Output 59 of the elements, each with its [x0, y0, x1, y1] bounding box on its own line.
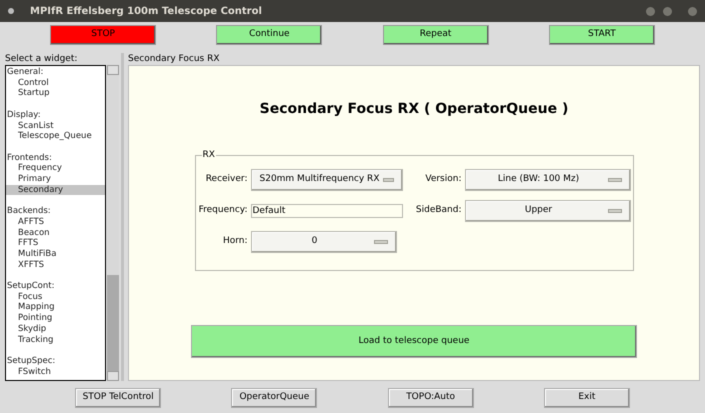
- field-label: SideBand:: [414, 204, 462, 218]
- list-item[interactable]: Frequency: [6, 163, 105, 174]
- list-item[interactable]: AFFTS: [6, 216, 105, 228]
- list-item[interactable]: Mapping: [6, 302, 105, 314]
- list-item[interactable]: MultiFiBa: [6, 248, 105, 260]
- list-item[interactable]: Skydip: [6, 324, 105, 335]
- sidebar-label: Select a widget:: [5, 53, 78, 65]
- list-item[interactable]: ScanList: [6, 120, 105, 132]
- group-heading: SetupCont:: [6, 281, 56, 292]
- dropdown-indicator-icon: [608, 178, 622, 182]
- list-item[interactable]: XFFTS: [6, 260, 105, 270]
- stop-button[interactable]: STOP: [50, 25, 156, 45]
- minimize-icon[interactable]: [646, 6, 655, 16]
- list-item[interactable]: Startup: [6, 88, 105, 100]
- field-label: Horn:: [222, 235, 248, 248]
- group-heading: Frontends:: [6, 152, 53, 164]
- field-label: Version:: [424, 173, 462, 186]
- load-queue-button[interactable]: Load to telescope queue: [191, 325, 637, 358]
- bottom-button[interactable]: OperatorQueue: [231, 388, 318, 408]
- list-item[interactable]: Telescope_Queue: [6, 131, 105, 142]
- scroll-up-icon[interactable]: [107, 65, 119, 75]
- list-item[interactable]: Control: [6, 78, 105, 88]
- window-title: MPIfR Effelsberg 100m Telescope Control: [30, 4, 262, 18]
- bottom-button[interactable]: STOP TelControl: [75, 388, 162, 408]
- option-menu[interactable]: Line (BW: 100 Mz): [464, 169, 630, 191]
- app-icon: [8, 8, 14, 14]
- list-item[interactable]: Pointing: [6, 313, 105, 324]
- action-button[interactable]: START: [548, 25, 655, 45]
- list-item[interactable]: Focus: [6, 292, 105, 302]
- bottom-button[interactable]: TOPO:Auto: [388, 388, 474, 408]
- list-item[interactable]: FSwitch: [6, 366, 105, 378]
- action-button[interactable]: Repeat: [382, 25, 489, 45]
- list-item[interactable]: Beacon: [6, 228, 105, 238]
- scrollbar-thumb[interactable]: [107, 275, 119, 371]
- group-heading: General:: [6, 67, 44, 78]
- field-label: Frequency:: [198, 204, 248, 218]
- group-heading: Backends:: [6, 206, 52, 217]
- maximize-icon[interactable]: [663, 6, 672, 16]
- option-menu[interactable]: Upper: [464, 200, 630, 222]
- group-heading: Display:: [6, 110, 42, 120]
- dropdown-indicator-icon: [383, 178, 394, 182]
- group-heading: SetupSpec:: [6, 356, 56, 367]
- close-icon[interactable]: [688, 6, 697, 16]
- list-item[interactable]: Secondary: [6, 184, 105, 196]
- bottom-button[interactable]: Exit: [544, 388, 630, 408]
- dropdown-indicator-icon: [608, 209, 622, 213]
- field-label: Receiver:: [204, 173, 248, 186]
- dropdown-indicator-icon: [374, 240, 388, 244]
- list-item[interactable]: FFTS: [6, 238, 105, 249]
- option-menu[interactable]: 0: [250, 231, 396, 253]
- list-item[interactable]: Tracking: [6, 334, 105, 346]
- panel-heading: Secondary Focus RX ( OperatorQueue ): [260, 100, 568, 119]
- panel-label: Secondary Focus RX: [128, 53, 221, 65]
- option-menu[interactable]: S20mm Multifrequency RX: [250, 169, 402, 191]
- frequency-input[interactable]: Default: [250, 204, 402, 218]
- scrollbar[interactable]: [107, 65, 119, 381]
- scroll-down-icon[interactable]: [107, 371, 119, 381]
- action-button[interactable]: Continue: [216, 25, 322, 45]
- list-item[interactable]: Primary: [6, 174, 105, 185]
